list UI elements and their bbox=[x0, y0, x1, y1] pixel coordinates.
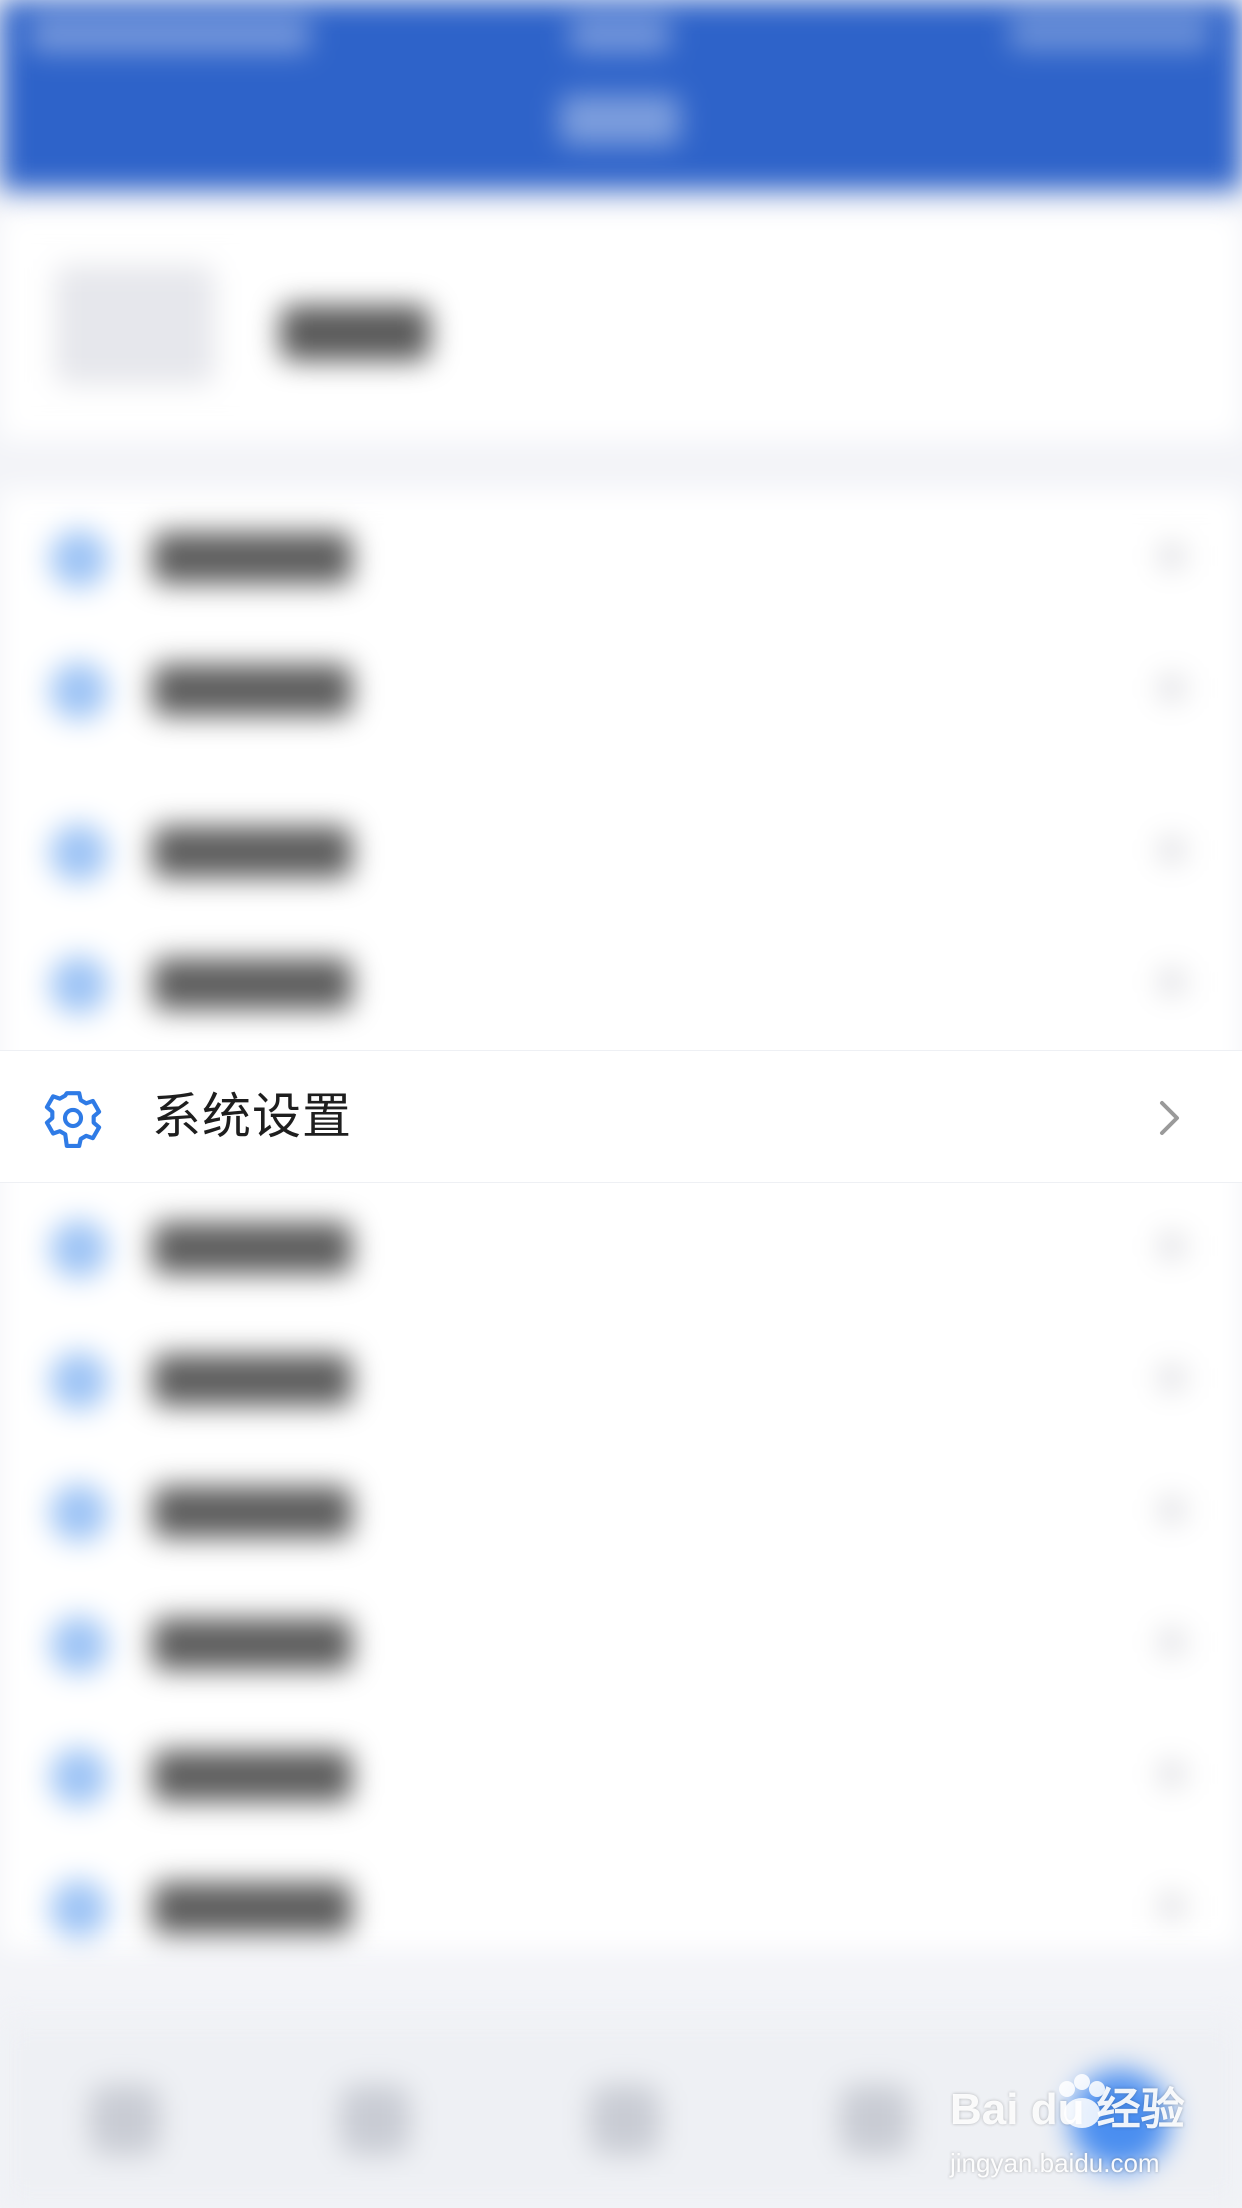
baidu-jingyan-watermark: Bai du 经验 jingyan.baidu.com bbox=[950, 2074, 1200, 2185]
menu-item-label-placeholder bbox=[152, 664, 352, 716]
menu-item[interactable] bbox=[0, 784, 1242, 916]
menu-item[interactable] bbox=[0, 1180, 1242, 1312]
header-title-placeholder bbox=[560, 95, 680, 145]
menu-item-label-placeholder bbox=[152, 532, 352, 584]
menu-item-label-placeholder bbox=[152, 1222, 352, 1274]
chevron-right-icon bbox=[1160, 676, 1184, 700]
menu-item-label-placeholder bbox=[152, 1618, 352, 1670]
menu-item-icon bbox=[50, 1220, 108, 1278]
menu-item[interactable] bbox=[0, 1708, 1242, 1840]
chevron-right-icon bbox=[1160, 544, 1184, 568]
menu-item-icon bbox=[50, 1616, 108, 1674]
menu-item[interactable] bbox=[0, 1840, 1242, 1972]
gear-icon bbox=[42, 1087, 104, 1149]
menu-item-label-placeholder bbox=[152, 1486, 352, 1538]
app-header bbox=[0, 0, 1242, 190]
menu-item-label-placeholder bbox=[152, 1882, 352, 1934]
chevron-right-icon bbox=[1160, 838, 1184, 862]
tab-icon[interactable] bbox=[590, 2085, 660, 2155]
chevron-right-icon bbox=[1160, 1498, 1184, 1522]
menu-item-label-placeholder bbox=[152, 1354, 352, 1406]
menu-item-icon bbox=[50, 662, 108, 720]
menu-item[interactable] bbox=[0, 622, 1242, 754]
menu-item-icon bbox=[50, 1484, 108, 1542]
status-bar-left-placeholder bbox=[30, 18, 310, 52]
watermark-url: jingyan.baidu.com bbox=[950, 2148, 1160, 2178]
chevron-right-icon bbox=[1150, 1095, 1188, 1141]
tab-icon[interactable] bbox=[340, 2085, 410, 2155]
menu-item-icon bbox=[50, 530, 108, 588]
tab-icon[interactable] bbox=[90, 2085, 160, 2155]
chevron-right-icon bbox=[1160, 1630, 1184, 1654]
status-bar-right-placeholder bbox=[1010, 16, 1210, 50]
chevron-right-icon bbox=[1160, 1894, 1184, 1918]
paw-icon bbox=[1045, 2069, 1119, 2143]
menu-item[interactable] bbox=[0, 490, 1242, 622]
menu-item-icon bbox=[50, 1352, 108, 1410]
menu-item-icon bbox=[50, 1880, 108, 1938]
menu-item[interactable] bbox=[0, 916, 1242, 1048]
chevron-right-icon bbox=[1160, 1366, 1184, 1390]
app-screen: 系统设置 Bai du 经验 jingyan.baidu.com bbox=[0, 0, 1242, 2208]
profile-card[interactable] bbox=[0, 210, 1242, 440]
chevron-right-icon bbox=[1160, 1762, 1184, 1786]
menu-item[interactable] bbox=[0, 1444, 1242, 1576]
chevron-right-icon bbox=[1160, 970, 1184, 994]
menu-item[interactable] bbox=[0, 1576, 1242, 1708]
tab-icon[interactable] bbox=[840, 2085, 910, 2155]
chevron-right-icon bbox=[1160, 1234, 1184, 1258]
menu-item-label-placeholder bbox=[152, 826, 352, 878]
menu-item-icon bbox=[50, 1748, 108, 1806]
menu-item-label-placeholder bbox=[152, 1750, 352, 1802]
menu-item-label-placeholder bbox=[152, 958, 352, 1010]
system-settings-item[interactable]: 系统设置 bbox=[0, 1050, 1242, 1183]
avatar bbox=[55, 265, 215, 385]
profile-name-placeholder bbox=[280, 305, 430, 361]
menu-item-icon bbox=[50, 956, 108, 1014]
menu-item-icon bbox=[50, 824, 108, 882]
status-bar-time-placeholder bbox=[570, 18, 670, 52]
menu-list bbox=[0, 490, 1242, 1950]
menu-item[interactable] bbox=[0, 1312, 1242, 1444]
system-settings-label: 系统设置 bbox=[152, 1088, 353, 1145]
